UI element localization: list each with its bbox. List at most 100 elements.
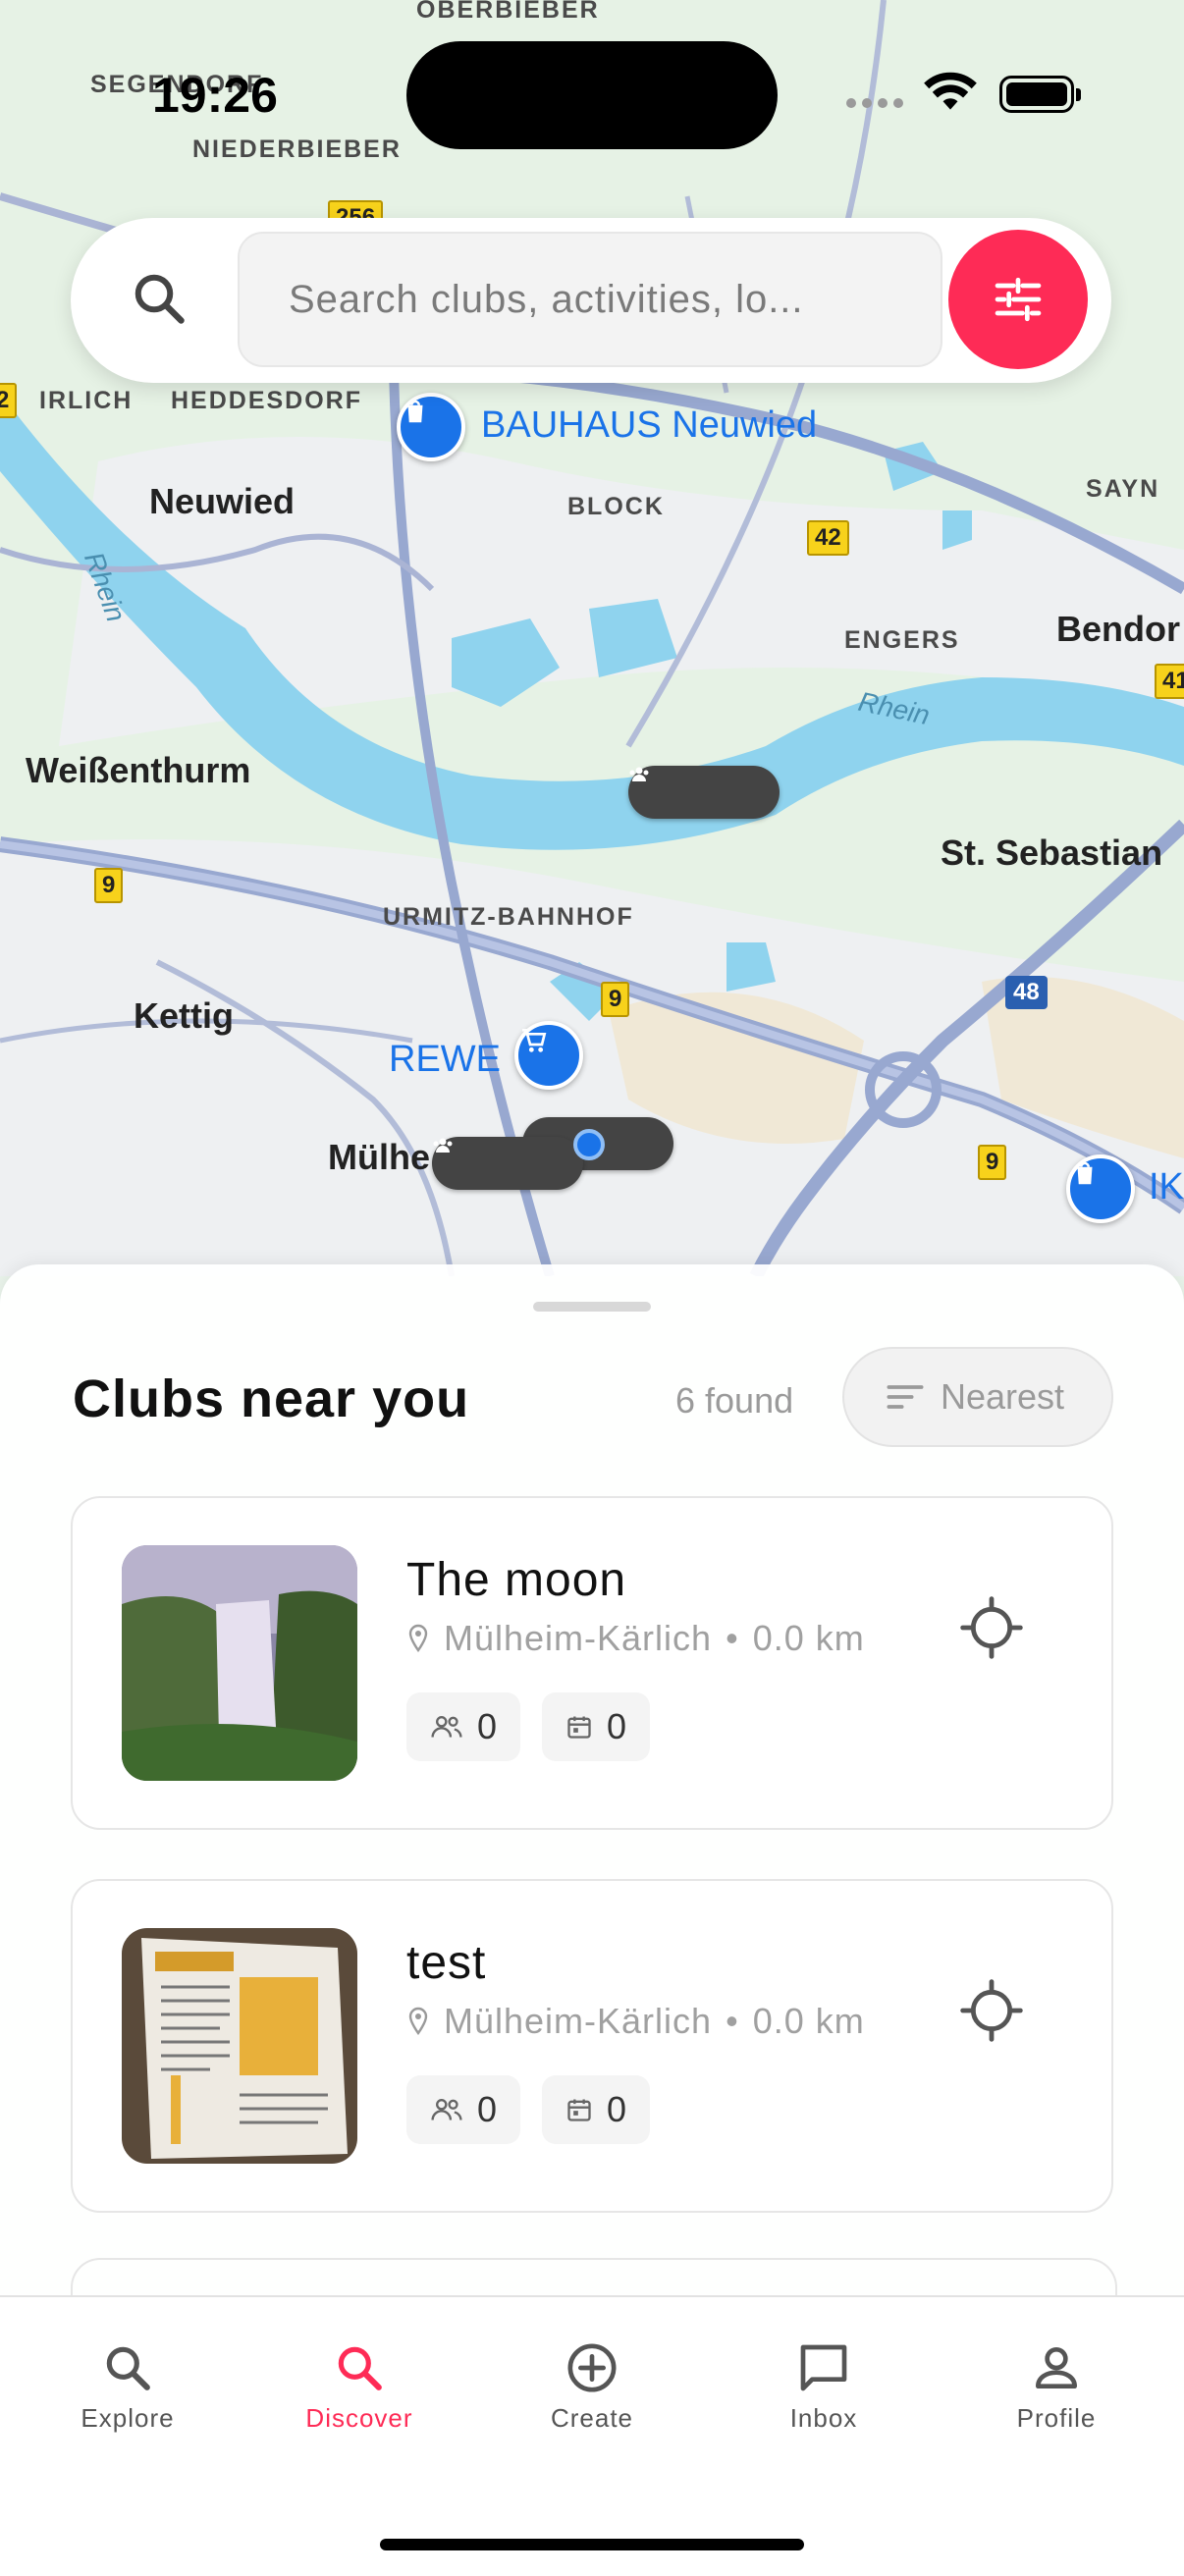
calendar-icon <box>567 1716 591 1739</box>
road-shield: 9 <box>94 868 124 903</box>
road-shield: 42 <box>807 520 849 556</box>
club-card[interactable]: test Mülheim-Kärlich • 0.0 km 0 0 <box>71 1879 1113 2213</box>
club-card[interactable]: The moon Mülheim-Kärlich • 0.0 km 0 0 <box>71 1496 1113 1830</box>
separator-dot: • <box>726 2001 739 2041</box>
results-count: 6 found <box>675 1380 794 1421</box>
search-icon <box>106 2346 150 2390</box>
club-distance: 0.0 km <box>752 2001 865 2041</box>
current-location-dot <box>573 1129 605 1160</box>
map-label-st-sebastian: St. Sebastian <box>941 832 1163 873</box>
map-label-niederbieber: NIEDERBIEBER <box>192 135 402 163</box>
club-name: The moon <box>406 1554 627 1606</box>
club-location: Mülheim-Kärlich • 0.0 km <box>406 1618 865 1659</box>
sort-label: Nearest <box>941 1376 1065 1417</box>
tab-label: Create <box>550 2403 634 2433</box>
events-count: 0 <box>607 2089 627 2129</box>
road-shield: 2 <box>0 383 18 418</box>
cart-pin-icon[interactable] <box>514 1021 583 1090</box>
sort-icon <box>887 1385 924 1409</box>
person-icon <box>1036 2347 1077 2388</box>
group-icon <box>433 1138 453 1153</box>
cart-icon <box>522 1029 547 1052</box>
cellular-signal-icon <box>846 98 903 108</box>
tab-label: Profile <box>1016 2403 1097 2433</box>
wifi-icon <box>924 72 977 110</box>
club-cluster-marker[interactable] <box>432 1137 583 1190</box>
members-icon <box>431 1716 462 1738</box>
tab-bar: Explore Discover Create Inbox Profile <box>0 2295 1184 2576</box>
map-view[interactable]: OBERBIEBER SEGENDORF NIEDERBIEBER IRLICH… <box>0 0 1184 1276</box>
dynamic-island <box>406 41 778 149</box>
calendar-icon <box>567 2099 591 2121</box>
shopping-bag-icon <box>407 400 423 423</box>
sheet-grabber-handle[interactable] <box>533 1302 651 1312</box>
club-image-book <box>122 1928 357 2164</box>
road-shield: 41 <box>1155 664 1184 699</box>
tab-label: Inbox <box>789 2403 858 2433</box>
search-input[interactable] <box>240 234 941 365</box>
map-label-weissenthurm: Weißenthurm <box>26 750 251 790</box>
map-label-engers: ENGERS <box>844 626 960 654</box>
clubs-bottom-sheet[interactable]: Clubs near you 6 found Nearest The moon <box>0 1264 1184 2295</box>
location-pin-icon <box>408 2007 428 2036</box>
sliders-icon <box>995 277 1042 322</box>
shopping-bag-icon <box>1077 1161 1093 1185</box>
tab-create[interactable]: Create <box>494 2340 690 2434</box>
filter-button[interactable] <box>948 230 1088 369</box>
map-poi-rewe[interactable]: REWE <box>389 1039 501 1081</box>
tab-inbox[interactable]: Inbox <box>726 2340 922 2434</box>
map-label-heddesdorf: HEDDESDORF <box>171 387 363 414</box>
search-icon[interactable] <box>130 269 188 328</box>
map-label-sayn: SAYN <box>1086 475 1160 503</box>
members-count-chip: 0 <box>406 1692 521 1761</box>
road-shield: 9 <box>978 1145 1007 1180</box>
club-card[interactable] <box>71 2258 1117 2295</box>
sheet-title: Clubs near you <box>73 1369 470 1428</box>
club-image-waterfall <box>122 1545 357 1781</box>
club-cluster-marker[interactable] <box>628 766 780 819</box>
plus-circle-icon <box>567 2343 617 2392</box>
club-location: Mülheim-Kärlich • 0.0 km <box>406 2001 865 2042</box>
map-label-muelheim: Mülhe <box>328 1137 430 1177</box>
separator-dot: • <box>726 1618 739 1658</box>
search-bar <box>71 218 1111 383</box>
status-time: 19:26 <box>152 68 278 123</box>
members-icon <box>431 2099 462 2120</box>
search-field[interactable] <box>238 232 942 367</box>
map-label-neuwied: Neuwied <box>149 481 296 521</box>
home-indicator <box>380 2539 804 2550</box>
club-distance: 0.0 km <box>752 1618 865 1658</box>
locate-on-map-icon[interactable] <box>960 1596 1023 1659</box>
tab-label: Discover <box>305 2403 413 2433</box>
tab-explore[interactable]: Explore <box>29 2340 226 2434</box>
map-label-urmitz-bahnhof: URMITZ-BAHNHOF <box>383 903 634 931</box>
map-label-bendorf: Bendor <box>1056 609 1180 649</box>
group-icon <box>629 767 649 781</box>
events-count-chip: 0 <box>542 2075 651 2144</box>
search-icon <box>338 2346 382 2390</box>
location-pin-icon <box>408 1624 428 1653</box>
map-label-kettig: Kettig <box>134 995 234 1036</box>
road-shield: 9 <box>601 982 630 1017</box>
sort-button[interactable]: Nearest <box>842 1347 1113 1447</box>
shopping-bag-pin-icon[interactable] <box>397 393 465 461</box>
club-location-name: Mülheim-Kärlich <box>444 2001 713 2041</box>
map-label-block: BLOCK <box>567 493 665 520</box>
events-count-chip: 0 <box>542 1692 651 1761</box>
shopping-bag-pin-icon[interactable] <box>1066 1154 1135 1223</box>
tab-discover[interactable]: Discover <box>261 2340 457 2434</box>
tab-profile[interactable]: Profile <box>958 2340 1155 2434</box>
road-shield: 48 <box>1005 976 1048 1009</box>
members-count: 0 <box>477 2089 498 2129</box>
map-label-irlich: IRLICH <box>39 387 134 414</box>
tab-label: Explore <box>81 2403 175 2433</box>
members-count-chip: 0 <box>406 2075 521 2144</box>
map-poi-bauhaus[interactable]: BAUHAUS Neuwied <box>481 404 817 447</box>
map-canvas <box>0 0 1184 1276</box>
club-location-name: Mülheim-Kärlich <box>444 1618 713 1658</box>
club-name: test <box>406 1937 487 1989</box>
locate-on-map-icon[interactable] <box>960 1979 1023 2042</box>
map-poi-ikea[interactable]: IK <box>1149 1166 1184 1208</box>
events-count: 0 <box>607 1706 627 1746</box>
battery-icon <box>999 76 1081 113</box>
